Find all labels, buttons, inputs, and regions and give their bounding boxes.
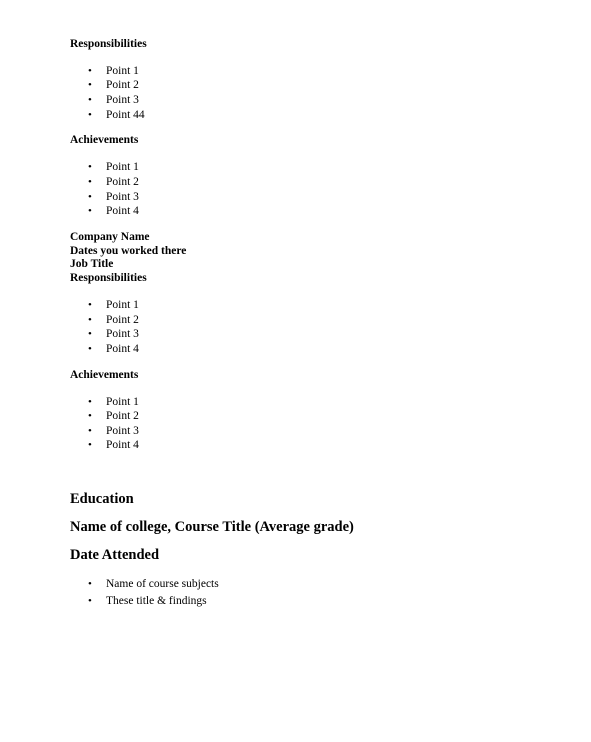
bullet-icon: • — [88, 578, 92, 590]
bullet-icon: • — [88, 425, 92, 437]
bullet-icon: • — [88, 94, 92, 106]
college-name: Name of college, Course Title (Average g… — [70, 519, 354, 535]
bullet-icon: • — [88, 595, 92, 607]
bullet-icon: • — [88, 65, 92, 77]
bullet-icon: • — [88, 205, 92, 217]
job1-responsibilities-heading: Responsibilities — [70, 38, 147, 50]
bullet-icon: • — [88, 396, 92, 408]
bullet-icon: • — [88, 410, 92, 422]
job-title: Job Title — [70, 258, 114, 270]
company-name: Company Name — [70, 231, 150, 243]
bullet-icon: • — [88, 343, 92, 355]
job2-responsibilities-heading: Responsibilities — [70, 272, 147, 284]
bullet-icon: • — [88, 109, 92, 121]
job2-achievements-heading: Achievements — [70, 369, 139, 381]
job1-achievements-heading: Achievements — [70, 134, 139, 146]
bullet-icon: • — [88, 79, 92, 91]
bullet-icon: • — [88, 314, 92, 326]
education-heading: Education — [70, 491, 134, 507]
work-dates: Dates you worked there — [70, 245, 187, 257]
date-attended: Date Attended — [70, 547, 160, 563]
bullet-icon: • — [88, 328, 92, 340]
bullet-icon: • — [88, 299, 92, 311]
bullet-icon: • — [88, 161, 92, 173]
bullet-icon: • — [88, 176, 92, 188]
bullet-icon: • — [88, 439, 92, 451]
bullet-icon: • — [88, 191, 92, 203]
